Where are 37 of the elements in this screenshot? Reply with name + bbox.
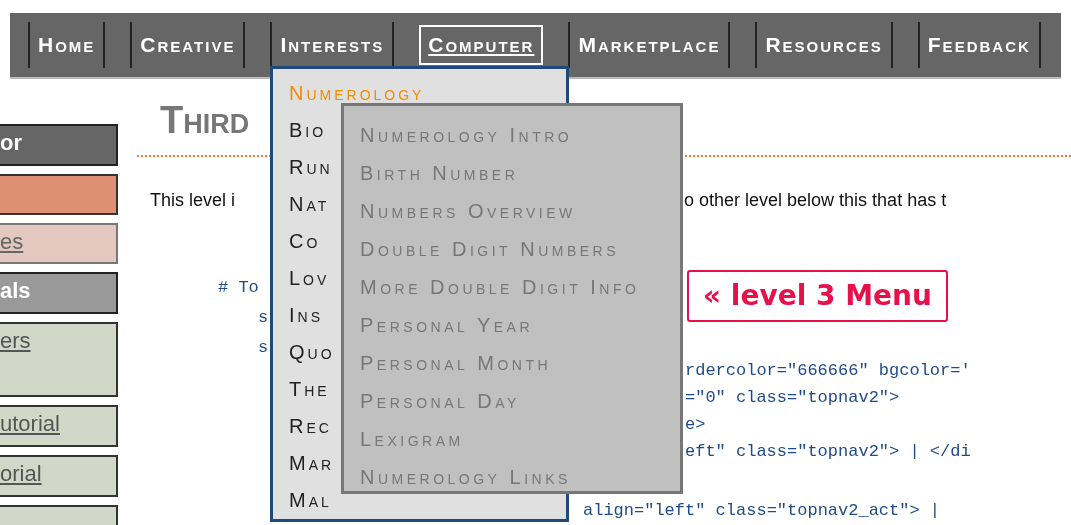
code-line: e> — [685, 415, 706, 434]
code-line: rdercolor="666666" bgcolor=' — [685, 361, 971, 380]
menu-item[interactable]: Nat — [289, 195, 330, 213]
menu-item[interactable]: Lov — [289, 269, 330, 287]
code-line: eft" class="topnav2"> | </di — [685, 442, 971, 461]
menu-item[interactable]: Mal — [289, 491, 332, 509]
menu-item[interactable]: Ins — [289, 306, 323, 324]
code-line: # To — [218, 278, 259, 297]
sidebar-header: als — [0, 272, 118, 314]
nav-link[interactable]: Creative — [138, 25, 238, 65]
code-line: s — [258, 308, 269, 327]
sidebar-link[interactable]: ers — [0, 322, 118, 397]
menu-item[interactable]: Run — [289, 158, 333, 176]
sidebar-link[interactable]: utorial — [0, 405, 118, 447]
nav-link[interactable]: Computer — [419, 25, 544, 65]
menu-item[interactable]: Mar — [289, 454, 335, 472]
nav-link[interactable]: Resources — [763, 25, 885, 65]
nav-link[interactable]: Home — [36, 25, 98, 65]
code-line: s — [258, 338, 269, 357]
nav-link[interactable]: Interests — [278, 25, 387, 65]
nav-link[interactable]: Feedback — [925, 25, 1033, 65]
menu-item[interactable]: Bio — [289, 121, 327, 139]
sidebar-item[interactable] — [0, 174, 118, 215]
code-line: ="0" class="topnav2"> — [685, 388, 900, 407]
sidebar-link[interactable]: orial — [0, 455, 118, 497]
nav-link[interactable]: Marketplace — [576, 25, 723, 65]
sidebar-header: or — [0, 124, 118, 166]
code-line: align="left" class="topnav2_act"> | — [583, 501, 941, 520]
menu-item[interactable]: Rec — [289, 417, 332, 435]
menu-item[interactable]: Quo — [289, 343, 335, 361]
intro-text: o other level below this that has t — [684, 190, 947, 210]
sidebar-link[interactable]: es — [0, 223, 118, 264]
menu-item[interactable]: Co — [289, 232, 321, 250]
intro-text: This level i — [150, 190, 236, 210]
page-heading: Third — [160, 101, 250, 139]
level-menu-label: « level 3 Menu — [687, 270, 948, 322]
menu-item[interactable]: The — [289, 380, 330, 398]
